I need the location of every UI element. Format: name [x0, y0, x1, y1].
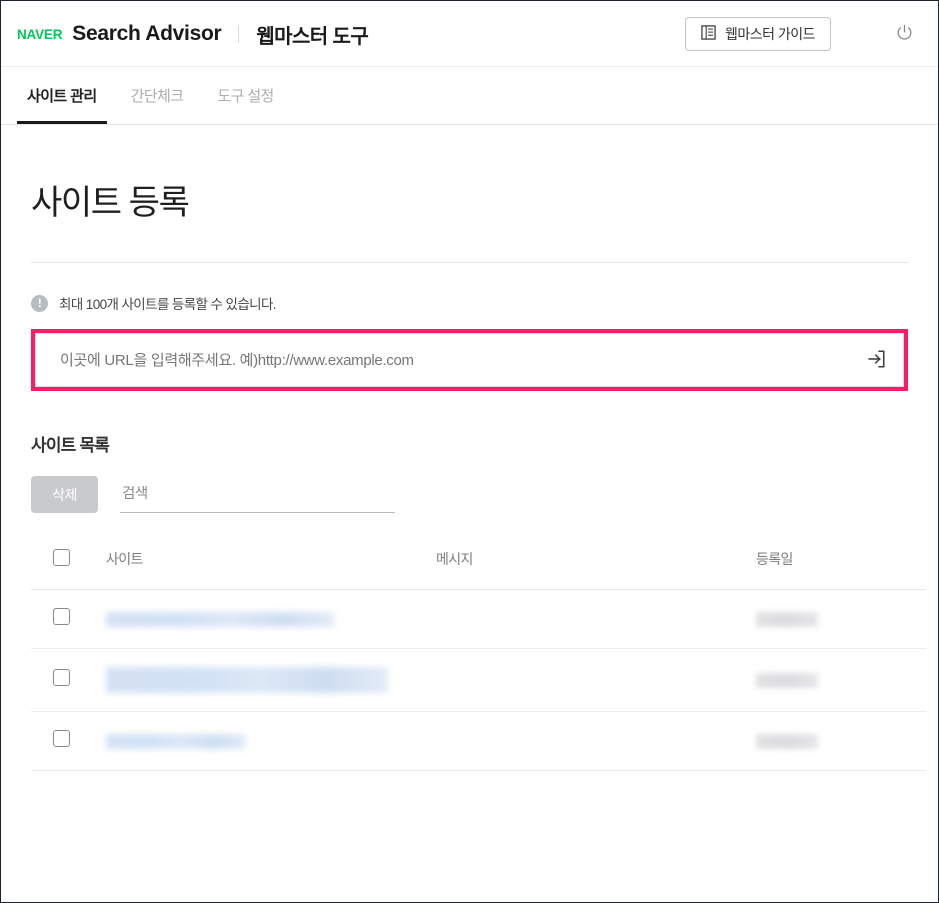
date-cell — [756, 649, 926, 712]
row-checkbox[interactable] — [53, 608, 70, 625]
site-cell[interactable] — [106, 590, 436, 649]
registration-limit-notice: ! 최대 100개 사이트를 등록할 수 있습니다. — [31, 293, 908, 313]
tab-label: 사이트 관리 — [27, 85, 97, 106]
delete-button[interactable]: 삭제 — [31, 476, 98, 513]
table-header-row: 사이트 메시지 등록일 — [31, 541, 926, 590]
search-input[interactable] — [122, 486, 393, 502]
enter-arrow-icon — [866, 349, 886, 372]
table-row[interactable] — [31, 590, 926, 649]
date-cell — [756, 712, 926, 771]
global-header: NAVER Search Advisor 웹마스터 도구 — [1, 1, 938, 67]
column-header-date: 등록일 — [756, 541, 926, 590]
column-header-site: 사이트 — [106, 541, 436, 590]
power-icon — [896, 24, 913, 44]
site-list-table: 사이트 메시지 등록일 — [31, 541, 926, 771]
row-select-cell — [31, 590, 106, 649]
main-content: 사이트 등록 ! 최대 100개 사이트를 등록할 수 있습니다. — [1, 125, 938, 771]
tab-tool-settings[interactable]: 도구 설정 — [207, 67, 283, 124]
logout-power-button[interactable] — [886, 16, 922, 52]
brand-divider — [238, 26, 239, 43]
url-field-highlight — [31, 329, 908, 391]
row-checkbox[interactable] — [53, 669, 70, 686]
table-row[interactable] — [31, 712, 926, 771]
url-register-row — [35, 333, 904, 387]
webmaster-guide-button[interactable]: 웹마스터 가이드 — [685, 17, 831, 51]
page-title: 사이트 등록 — [31, 125, 908, 224]
naver-logo: NAVER — [17, 26, 62, 42]
info-icon: ! — [31, 295, 48, 312]
site-cell[interactable] — [106, 649, 436, 712]
row-checkbox[interactable] — [53, 730, 70, 747]
url-input[interactable] — [36, 334, 849, 386]
site-list-title: 사이트 목록 — [31, 431, 908, 456]
notice-text: 최대 100개 사이트를 등록할 수 있습니다. — [59, 293, 276, 313]
row-select-cell — [31, 712, 106, 771]
service-name: 웹마스터 도구 — [256, 20, 368, 49]
site-cell[interactable] — [106, 712, 436, 771]
select-all-checkbox[interactable] — [53, 549, 70, 566]
brand-lockup[interactable]: NAVER Search Advisor 웹마스터 도구 — [17, 20, 368, 49]
redacted-site-name — [106, 612, 334, 627]
message-cell — [436, 649, 756, 712]
date-cell — [756, 590, 926, 649]
tab-label: 도구 설정 — [217, 85, 273, 106]
row-select-cell — [31, 649, 106, 712]
list-book-icon — [701, 25, 716, 43]
redacted-date — [756, 673, 818, 688]
tab-site-management[interactable]: 사이트 관리 — [17, 67, 107, 124]
column-header-message: 메시지 — [436, 541, 756, 590]
message-cell — [436, 712, 756, 771]
tab-quick-check[interactable]: 간단체크 — [121, 67, 194, 124]
url-submit-button[interactable] — [849, 333, 903, 387]
message-cell — [436, 590, 756, 649]
title-divider — [31, 262, 908, 263]
search-field — [120, 485, 395, 513]
table-row[interactable] — [31, 649, 926, 712]
brand-name: Search Advisor — [72, 22, 221, 46]
redacted-date — [756, 734, 818, 749]
select-all-header — [31, 541, 106, 590]
tab-label: 간단체크 — [131, 85, 184, 106]
redacted-site-name — [106, 734, 246, 749]
webmaster-guide-label: 웹마스터 가이드 — [725, 24, 815, 44]
redacted-site-name — [106, 667, 388, 693]
webmaster-tools-page: NAVER Search Advisor 웹마스터 도구 — [0, 0, 939, 903]
redacted-date — [756, 612, 818, 627]
site-list-toolbar: 삭제 — [31, 476, 908, 513]
primary-tabs: 사이트 관리 간단체크 도구 설정 — [1, 67, 938, 125]
